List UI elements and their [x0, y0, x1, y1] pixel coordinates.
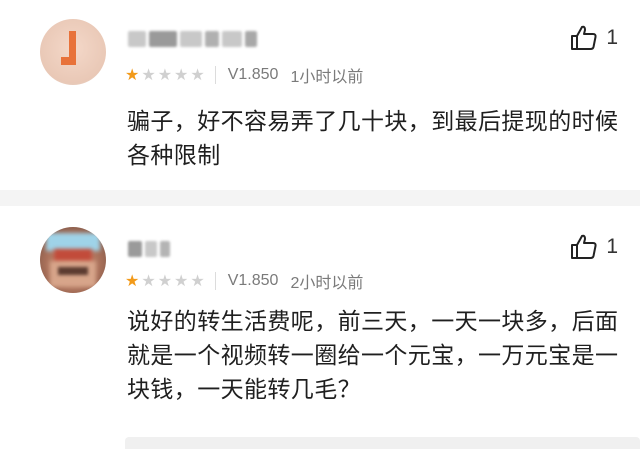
app-version: V1.850 [227, 66, 279, 83]
review-item: ★ ★ ★ ★ ★ V1.850 1小时以前 1 骗子，好不容易弄了几十块，到最… [0, 0, 640, 190]
like-count: 1 [606, 235, 618, 258]
star-icon: ★ [174, 65, 189, 84]
rating-stars: ★ ★ ★ ★ ★ [125, 67, 205, 83]
review-meta: ★ ★ ★ ★ ★ V1.850 2小时以前 [125, 270, 363, 292]
thumbs-up-icon [571, 25, 597, 50]
star-icon: ★ [141, 65, 156, 84]
star-icon: ★ [141, 271, 156, 290]
next-item-edge [125, 437, 640, 449]
star-icon: ★ [125, 271, 140, 290]
username-blurred [128, 238, 170, 260]
star-icon: ★ [157, 271, 173, 290]
app-version: V1.850 [227, 272, 279, 289]
review-time: 1小时以前 [290, 69, 364, 86]
star-icon: ★ [174, 271, 189, 290]
review-meta: ★ ★ ★ ★ ★ V1.850 1小时以前 [125, 64, 363, 86]
star-icon: ★ [125, 65, 140, 84]
like-button[interactable]: 1 [570, 233, 618, 261]
divider [214, 66, 216, 84]
review-item: ★ ★ ★ ★ ★ V1.850 2小时以前 1 说好的转生活费呢，前三天，一天… [0, 206, 640, 449]
star-icon: ★ [157, 65, 173, 84]
divider [214, 272, 216, 290]
review-content: 说好的转生活费呢，前三天，一天一块多，后面就是一个视频转一圈给一个元宝，一万元宝… [127, 309, 619, 403]
avatar[interactable] [40, 19, 106, 85]
review-content: 骗子，好不容易弄了几十块，到最后提现的时候各种限制 [127, 109, 619, 169]
avatar[interactable] [40, 227, 106, 293]
rating-stars: ★ ★ ★ ★ ★ [125, 273, 205, 289]
thumbs-up-icon [571, 234, 597, 259]
username-blurred [128, 28, 257, 50]
like-count: 1 [606, 26, 618, 49]
like-button[interactable]: 1 [570, 24, 618, 52]
star-icon: ★ [190, 65, 205, 84]
avatar-letter-icon [61, 31, 79, 69]
star-icon: ★ [190, 271, 205, 290]
review-time: 2小时以前 [290, 275, 364, 292]
section-divider [0, 190, 640, 206]
